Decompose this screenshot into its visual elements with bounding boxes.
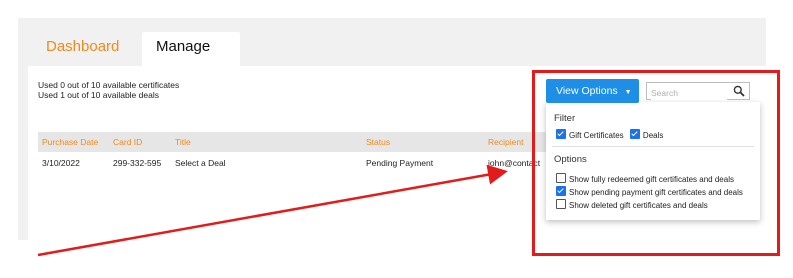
annotation-arrow	[37, 164, 508, 257]
